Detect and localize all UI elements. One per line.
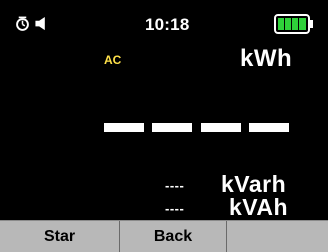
main-reading-placeholder: [104, 123, 290, 132]
back-softkey[interactable]: Back: [120, 221, 226, 252]
star-softkey[interactable]: Star: [0, 221, 119, 252]
softkey-bar: Star Back: [0, 220, 328, 252]
mode-label: AC: [104, 53, 122, 67]
dash-segment: [104, 123, 144, 132]
clock-time: 10:18: [145, 15, 190, 34]
main-unit-label: kWh: [240, 45, 293, 72]
dash-segment: [249, 123, 289, 132]
speaker-icon: [35, 16, 45, 31]
battery-icon: [274, 14, 313, 34]
dash-segment: [152, 123, 192, 132]
apparent-unit-label: kVAh: [229, 194, 289, 220]
clock-icon: [16, 16, 29, 31]
empty-softkey[interactable]: [227, 221, 328, 252]
dash-segment: [201, 123, 241, 132]
status-bar: 10:18: [0, 0, 328, 46]
apparent-energy-value: ----: [165, 201, 185, 216]
reactive-energy-value: ----: [165, 178, 185, 193]
